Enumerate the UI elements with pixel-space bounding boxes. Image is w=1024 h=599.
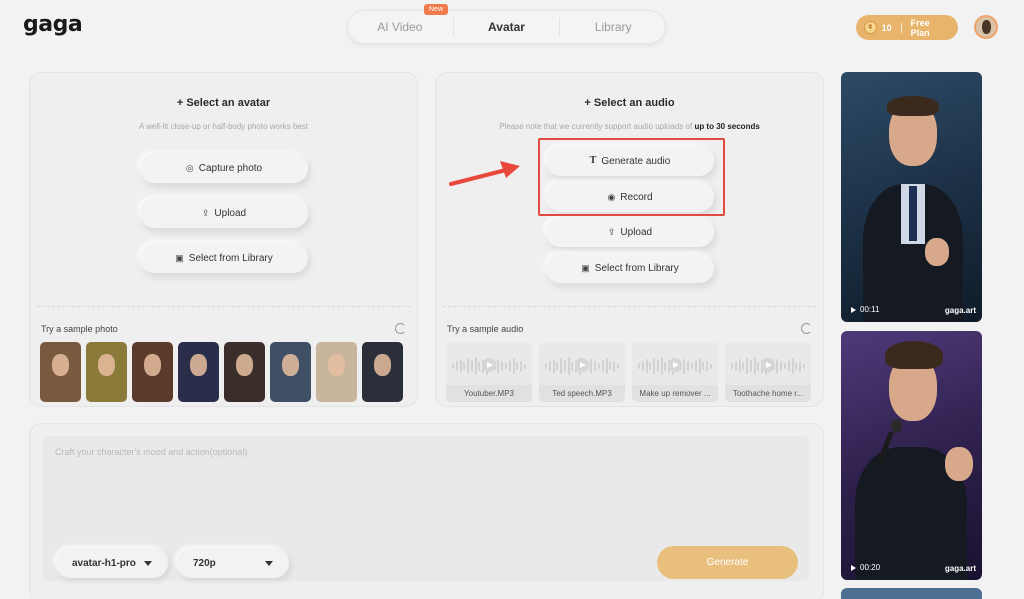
- capture-photo-label: Capture photo: [198, 162, 263, 174]
- sample-audio-label: Try a sample audio: [447, 324, 524, 334]
- caret-down-icon: [144, 560, 152, 566]
- tab-ai-video-label: AI Video: [377, 20, 423, 34]
- plan-label: Free Plan: [910, 17, 930, 38]
- upload-audio-button[interactable]: ⇪ Upload: [546, 217, 714, 247]
- generate-button[interactable]: Generate: [657, 546, 798, 579]
- sample-photo[interactable]: [316, 342, 357, 402]
- sample-audio-card[interactable]: Toothache home r...: [725, 342, 811, 402]
- arrow-icon: [449, 161, 520, 186]
- tab-library[interactable]: Library: [560, 10, 666, 44]
- tie: [909, 186, 917, 241]
- avatar-panel-title[interactable]: + Select an avatar: [29, 97, 418, 109]
- play-icon: [851, 564, 856, 571]
- sample-photo[interactable]: [362, 342, 403, 402]
- sample-photo-label: Try a sample photo: [41, 324, 118, 334]
- sample-photo[interactable]: [132, 342, 173, 402]
- duration-text: 00:20: [860, 563, 881, 572]
- sample-audio-card[interactable]: Youtuber.MP3: [446, 342, 532, 402]
- tab-ai-video[interactable]: AI Video New: [347, 4, 453, 44]
- hand: [945, 447, 973, 481]
- model-select[interactable]: avatar-h1-pro: [56, 548, 168, 578]
- sample-audio-card[interactable]: Ted speech.MP3: [539, 342, 625, 402]
- refresh-icon[interactable]: [395, 323, 406, 334]
- coin-icon: ¢: [864, 21, 877, 34]
- duration-text: 00:11: [860, 305, 880, 314]
- audio-name: Ted speech.MP3: [539, 385, 625, 402]
- example-video-card[interactable]: [841, 588, 982, 599]
- upload-photo-label: Upload: [214, 207, 247, 219]
- new-badge: New: [424, 4, 449, 15]
- camera-icon: ◎: [185, 162, 194, 173]
- audio-panel-subtitle: Please note that we currently support au…: [435, 122, 824, 131]
- plan-divider: [900, 22, 902, 33]
- hair: [887, 96, 939, 116]
- audio-panel-title[interactable]: + Select an audio: [435, 97, 824, 109]
- tab-avatar[interactable]: Avatar: [454, 10, 560, 44]
- logo[interactable]: gaga: [23, 12, 83, 37]
- play-icon[interactable]: [668, 358, 682, 372]
- avatar-panel: + Select an avatar A well-lit close-up o…: [29, 72, 418, 407]
- tab-avatar-label: Avatar: [488, 20, 525, 34]
- audio-subtitle-limit: up to 30 seconds: [694, 122, 760, 131]
- audio-name: Toothache home r...: [725, 385, 811, 402]
- highlight-box: [538, 138, 725, 216]
- hair: [885, 341, 943, 369]
- credits-count: 10: [881, 22, 892, 33]
- sample-photo[interactable]: [86, 342, 127, 402]
- play-icon[interactable]: [761, 358, 775, 372]
- upload-photo-button[interactable]: ⇪ Upload: [140, 198, 308, 228]
- library-icon: ▣: [581, 262, 590, 273]
- hand: [925, 238, 949, 266]
- microphone-head: [891, 419, 902, 433]
- sample-photo[interactable]: [270, 342, 311, 402]
- example-video-card[interactable]: 00:20 gaga.art: [841, 331, 982, 580]
- video-duration: 00:20: [851, 563, 880, 572]
- select-avatar-library-label: Select from Library: [188, 252, 273, 264]
- avatar-panel-subtitle: A well-lit close-up or half-body photo w…: [139, 122, 308, 131]
- upload-icon: ⇪: [201, 207, 210, 218]
- model-value: avatar-h1-pro: [72, 557, 136, 569]
- sample-photo[interactable]: [224, 342, 265, 402]
- dashed-divider: [37, 306, 410, 307]
- main-nav: AI Video New Avatar Library: [347, 4, 666, 44]
- refresh-icon[interactable]: [801, 323, 812, 334]
- resolution-select[interactable]: 720p: [177, 548, 289, 578]
- library-icon: ▣: [175, 252, 184, 263]
- select-audio-library-label: Select from Library: [594, 262, 679, 274]
- upload-audio-label: Upload: [620, 226, 653, 238]
- sample-photo[interactable]: [178, 342, 219, 402]
- dashed-divider: [443, 306, 816, 307]
- example-video-card[interactable]: 00:11 gaga.art: [841, 72, 982, 322]
- user-avatar[interactable]: [974, 15, 998, 39]
- select-avatar-library-button[interactable]: ▣ Select from Library: [140, 243, 308, 273]
- capture-photo-button[interactable]: ◎ Capture photo: [140, 153, 308, 183]
- watermark: gaga.art: [944, 306, 976, 315]
- sample-photo-list: [40, 342, 403, 402]
- audio-panel: + Select an audio Please note that we cu…: [435, 72, 824, 407]
- audio-name: Youtuber.MP3: [446, 385, 532, 402]
- caret-down-icon: [265, 560, 273, 566]
- sample-audio-card[interactable]: Make up remover ...: [632, 342, 718, 402]
- resolution-value: 720p: [193, 557, 216, 569]
- video-duration: 00:11: [851, 305, 879, 314]
- sample-audio-list: Youtuber.MP3 Ted speech.MP3 Make up remo…: [446, 342, 811, 402]
- tab-library-label: Library: [594, 20, 632, 34]
- audio-name: Make up remover ...: [632, 385, 718, 402]
- play-icon[interactable]: [482, 358, 496, 372]
- audio-subtitle-text: Please note that we currently support au…: [499, 122, 695, 131]
- play-icon[interactable]: [575, 358, 589, 372]
- sample-photo[interactable]: [40, 342, 81, 402]
- watermark: gaga.art: [944, 564, 976, 573]
- select-audio-library-button[interactable]: ▣ Select from Library: [546, 253, 714, 283]
- plan-button[interactable]: ¢ 10 Free Plan: [856, 15, 958, 40]
- upload-icon: ⇪: [607, 226, 616, 237]
- play-icon: [851, 306, 856, 313]
